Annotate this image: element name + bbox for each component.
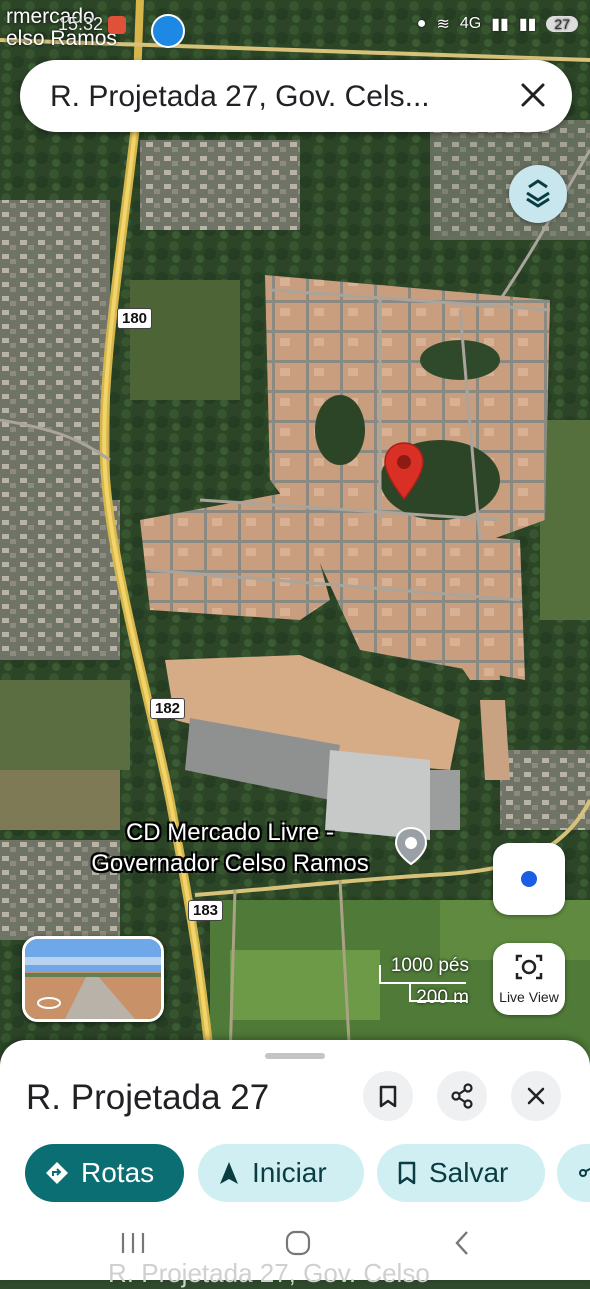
poi-label-line-1: CD Mercado Livre - — [125, 819, 335, 846]
highway-shield-182: 182 — [150, 698, 186, 719]
live-view-label: Live View — [499, 989, 559, 1005]
signal-icon-2: ▮▮ — [518, 16, 537, 33]
bookmark-icon — [379, 1085, 397, 1108]
share-chip-button[interactable] — [557, 1144, 590, 1202]
sheet-drag-handle[interactable] — [265, 1053, 325, 1059]
scale-line — [379, 965, 466, 1002]
app-notification-icon — [108, 16, 126, 34]
live-view-button[interactable]: Live View — [493, 943, 565, 1015]
location-status-icon: ● — [416, 15, 427, 32]
share-button[interactable] — [437, 1071, 487, 1121]
location-pin-icon[interactable] — [382, 441, 426, 501]
navigation-arrow-icon — [220, 1162, 238, 1184]
start-label: Iniciar — [252, 1157, 327, 1188]
save-place-button[interactable] — [363, 1071, 413, 1121]
signal-icon: ▮▮ — [491, 16, 509, 33]
save-button[interactable]: Salvar — [377, 1144, 545, 1202]
network-label: 4G — [459, 15, 482, 32]
background-peek-text: R. Projetada 27, Gov. Celso — [108, 1258, 430, 1288]
search-query[interactable]: R. Projetada 27, Gov. Cels... — [50, 80, 430, 114]
live-view-icon — [515, 954, 543, 980]
layers-button[interactable] — [509, 165, 567, 223]
bookmark-icon — [398, 1161, 416, 1185]
directions-label: Rotas — [81, 1157, 155, 1188]
place-title: R. Projetada 27 — [26, 1078, 270, 1117]
poi-label[interactable]: CD Mercado Livre - Governador Celso Ramo… — [70, 817, 390, 879]
back-icon[interactable] — [448, 1228, 478, 1258]
map-scale: 1000 pés 200 m — [376, 955, 471, 1010]
place-marker-icon[interactable] — [393, 826, 429, 866]
wifi-icon: ≋ — [436, 16, 450, 33]
share-icon — [579, 1167, 590, 1177]
my-location-button[interactable] — [493, 843, 565, 915]
directions-icon — [46, 1162, 68, 1184]
save-label: Salvar — [429, 1157, 509, 1188]
street-view-thumbnail[interactable] — [22, 936, 164, 1022]
layers-icon — [526, 179, 550, 208]
cart-notification-icon — [151, 14, 185, 48]
search-bar[interactable]: R. Projetada 27, Gov. Cels... — [20, 60, 572, 132]
street-view-rotate-icon — [37, 997, 61, 1009]
highway-shield-180: 180 — [117, 308, 153, 329]
poi-label-line-2: Governador Celso Ramos — [91, 850, 369, 877]
close-icon[interactable] — [516, 78, 550, 112]
directions-button[interactable]: Rotas — [25, 1144, 184, 1202]
highway-shield-183: 183 — [188, 900, 224, 921]
start-button[interactable]: Iniciar — [198, 1144, 364, 1202]
close-sheet-button[interactable] — [511, 1071, 561, 1121]
status-bar: rmercado elso Ramos 15:32 ● ≋ 4G ▮▮ ▮▮ 2… — [0, 0, 590, 50]
close-icon — [527, 1087, 545, 1105]
home-icon[interactable] — [283, 1228, 313, 1258]
my-location-icon — [521, 871, 537, 887]
battery-indicator: 27 — [546, 16, 578, 32]
status-time: 15:32 — [58, 14, 104, 34]
recent-apps-icon[interactable] — [118, 1228, 148, 1258]
status-icons: ● ≋ 4G ▮▮ ▮▮ 27 — [417, 14, 578, 34]
share-icon — [451, 1083, 473, 1109]
